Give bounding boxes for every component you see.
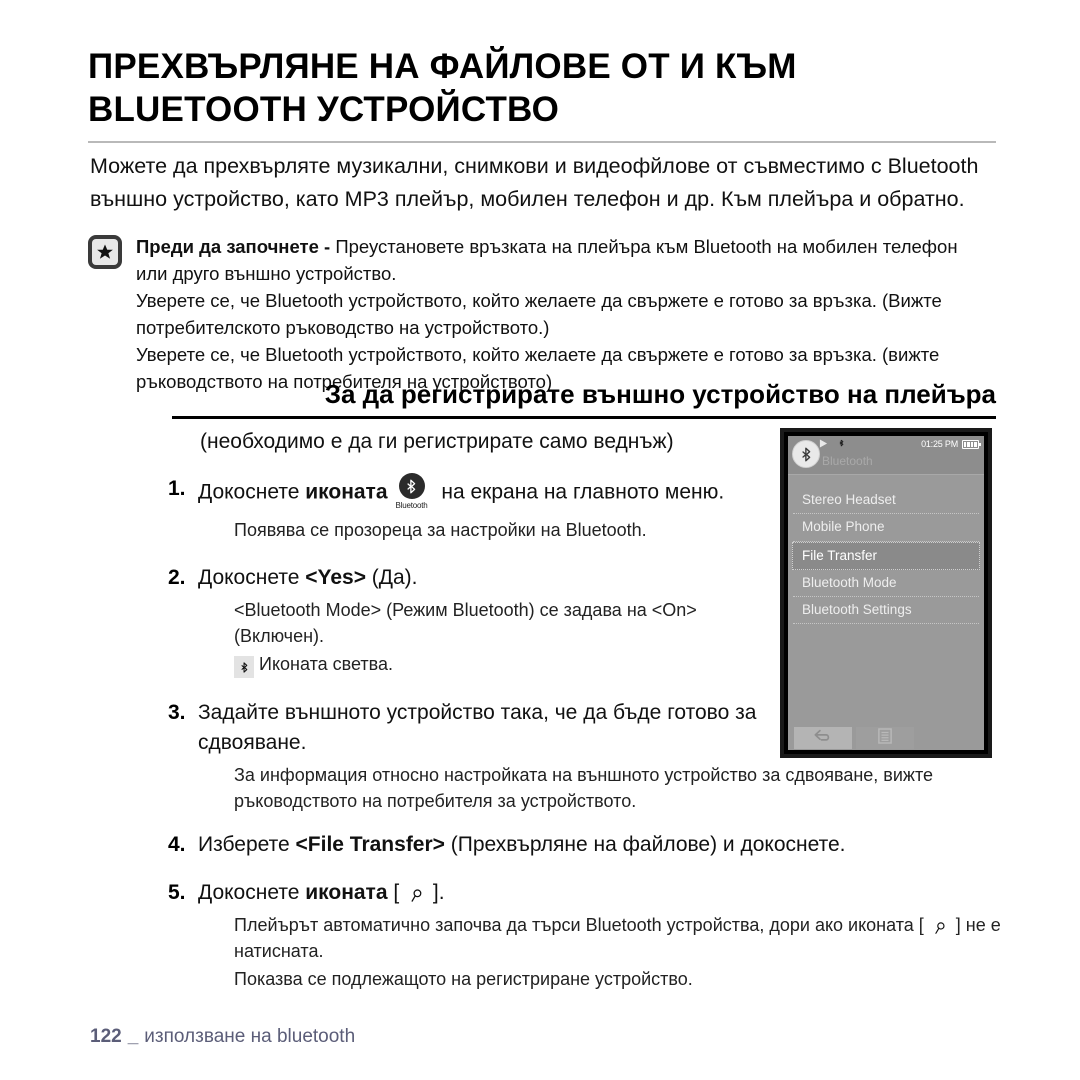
bluetooth-badge-icon [792, 440, 820, 468]
menu-item-stereo-headset[interactable]: Stereo Headset [793, 487, 979, 515]
step-1-bold: иконата [305, 481, 388, 505]
step-3-number: 3. [168, 701, 186, 725]
section-heading: За да регистрирате външно устройство на … [324, 379, 996, 409]
back-button[interactable] [794, 727, 852, 749]
steps-column: (необходимо е да ги регистрирате само ве… [168, 428, 933, 814]
step-5: 5. Докоснете иконата [ ]. [168, 878, 1008, 908]
step-1-subnote: Появява се прозореца за настройки на Blu… [234, 519, 647, 540]
step-2-subnote-2-text: Иконата светва. [259, 653, 394, 674]
step-4: 4. Изберете <File Transfer> (Прехвърляне… [168, 830, 1008, 860]
step-4-text: Изберете <File Transfer> (Прехвърляне на… [198, 830, 846, 860]
step-4-post: (Прехвърляне на файлове) и докоснете. [444, 833, 846, 856]
step-5-subnote-1a: Плейърът автоматично започва да търси Bl… [234, 914, 929, 935]
bluetooth-icon-label: Bluetooth [395, 501, 428, 511]
section-heading-divider [172, 415, 996, 419]
search-icon [405, 888, 427, 903]
document-page: ПРЕХВЪРЛЯНЕ НА ФАЙЛОВЕ ОТ И КЪМ BLUETOOT… [0, 0, 1080, 1080]
step-1-pre: Докоснете [198, 481, 306, 505]
step-2-subnote-2: Иконата светва. [234, 651, 778, 679]
section-heading-block: За да регистрирате външно устройство на … [172, 378, 996, 419]
menu-item-bluetooth-mode[interactable]: Bluetooth Mode [793, 570, 979, 597]
step-1-number: 1. [168, 477, 186, 501]
menu-item-bluetooth-settings[interactable]: Bluetooth Settings [793, 597, 979, 625]
battery-full-icon [962, 439, 981, 449]
step-2-number: 2. [168, 565, 186, 589]
step-5-pre: Докоснете [198, 880, 306, 904]
bluetooth-status-icon [838, 436, 845, 453]
step-3-text: Задайте външното устройство така, че да … [198, 701, 757, 755]
step-5-subnote-1: Плейърът автоматично започва да търси Bl… [234, 912, 1008, 964]
step-4-pre: Изберете [198, 833, 296, 856]
menu-button[interactable] [856, 727, 914, 749]
footer-page-number: 122 [90, 1026, 122, 1047]
title-divider [88, 141, 996, 144]
step-5-bracket-close: ]. [427, 880, 445, 904]
steps-wide-column: 4. Изберете <File Transfer> (Прехвърляне… [168, 830, 1008, 992]
step-1-text: Докоснете иконата Bluetooth на екрана на… [198, 473, 725, 512]
step-4-bold: <File Transfer> [295, 833, 445, 856]
bluetooth-chip-icon [234, 656, 254, 679]
menu-item-mobile-phone[interactable]: Mobile Phone [793, 514, 979, 542]
step-2-subnote-1: <Bluetooth Mode> (Режим Bluetooth) се за… [234, 599, 697, 646]
back-arrow-icon [813, 729, 833, 748]
list-menu-icon [878, 727, 892, 749]
step-5-text: Докоснете иконата [ ]. [198, 878, 445, 908]
footer-separator: _ [127, 1026, 139, 1047]
step-2-pre: Докоснете [198, 565, 306, 589]
step-5-bracket-open: [ [387, 880, 406, 904]
star-icon [88, 235, 122, 269]
note-line-1: Преди да започнете - Преустановете връзк… [136, 233, 988, 287]
play-icon [819, 436, 828, 453]
device-screen-title: Bluetooth [822, 454, 873, 468]
step-4-number: 4. [168, 833, 186, 856]
search-icon [929, 921, 951, 935]
step-5-subnote-2: Показва се подлежащото на регистриране у… [234, 968, 693, 989]
device-titlebar: Bluetooth [788, 440, 984, 475]
step-1: 1. Докоснете иконата Bluetooth на екрана… [168, 473, 778, 512]
statusbar-left [819, 436, 845, 453]
step-5-number: 5. [168, 880, 186, 904]
step-1-post: на екрана на главното меню. [435, 481, 725, 505]
step-2-text: Докоснете <Yes> (Да). [198, 563, 418, 593]
footer-label: използване на bluetooth [144, 1026, 356, 1047]
device-toolbar [788, 722, 984, 750]
menu-item-file-transfer[interactable]: File Transfer [792, 541, 980, 570]
note-line-2: Уверете се, че Bluetooth устройството, к… [136, 290, 942, 338]
statusbar-time: 01:25 PM [921, 439, 958, 449]
page-title: ПРЕХВЪРЛЯНЕ НА ФАЙЛОВЕ ОТ И КЪМ BLUETOOT… [88, 47, 797, 129]
step-3-subnote: За информация относно настройката на вън… [234, 764, 933, 812]
register-once-note: (необходимо е да ги регистрирате само ве… [200, 430, 674, 453]
device-screen: 01:25 PM Bluetooth Stereo Headset Mobile… [788, 436, 984, 750]
step-2: 2. Докоснете <Yes> (Да). [168, 563, 778, 593]
before-you-begin-note: Преди да започнете - Преустановете връзк… [88, 232, 988, 395]
step-5-bold: иконата [305, 880, 388, 904]
step-2-post: (Да). [365, 565, 418, 589]
intro-paragraph: Можете да прехвърляте музикални, снимков… [90, 154, 979, 211]
step-3: 3. Задайте външното устройство така, че … [168, 698, 778, 758]
bluetooth-icon: Bluetooth [396, 473, 428, 511]
device-menu-list: Stereo Headset Mobile Phone File Transfe… [788, 475, 984, 625]
note-body: Преди да започнете - Преустановете връзк… [136, 232, 988, 395]
step-2-bold: <Yes> [305, 565, 366, 589]
note-lead: Преди да започнете - [136, 236, 336, 257]
title-block: ПРЕХВЪРЛЯНЕ НА ФАЙЛОВЕ ОТ И КЪМ BLUETOOT… [88, 46, 996, 144]
device-screenshot: 01:25 PM Bluetooth Stereo Headset Mobile… [780, 428, 992, 758]
page-footer: 122 _ използване на bluetooth [90, 1026, 355, 1048]
statusbar-right: 01:25 PM [921, 439, 981, 449]
